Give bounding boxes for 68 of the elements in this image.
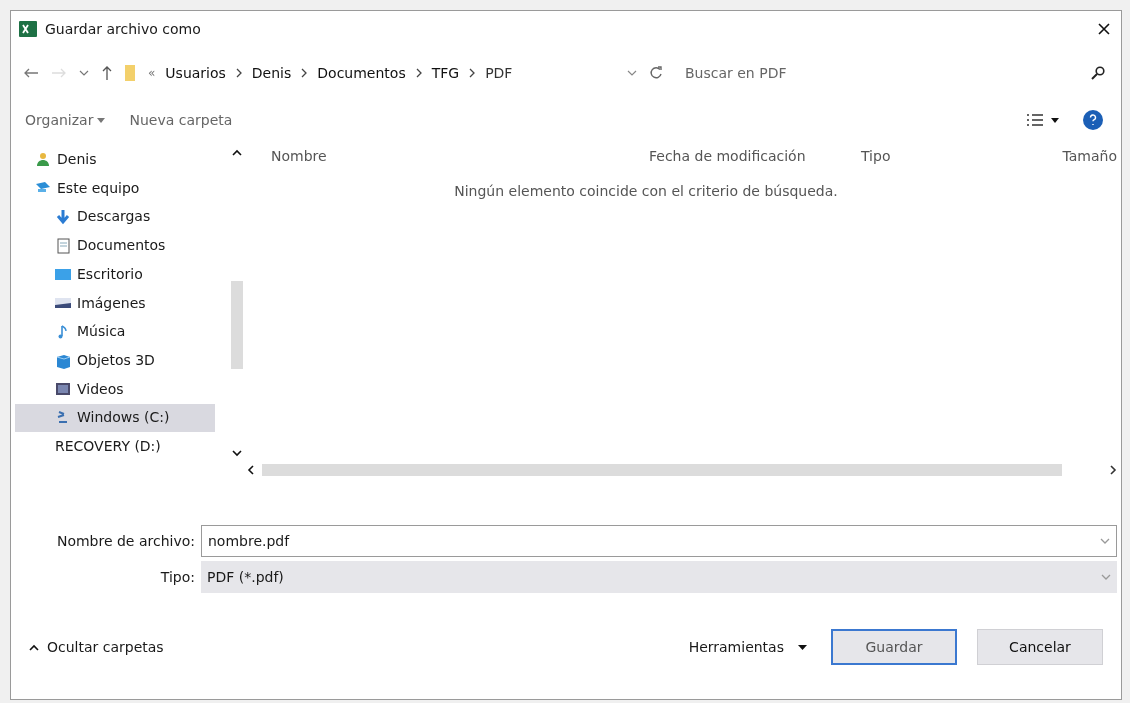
file-type-dropdown[interactable]: PDF (*.pdf) [201, 561, 1117, 593]
up-arrow-icon[interactable] [101, 65, 113, 81]
sidebar-item[interactable]: Videos [15, 374, 215, 404]
search-field[interactable]: Buscar en PDF [675, 58, 1107, 88]
sidebar-item[interactable]: Descargas [15, 202, 215, 232]
hide-folders-button[interactable]: Ocultar carpetas [29, 636, 689, 658]
list-view-icon [1027, 114, 1043, 126]
breadcrumb-item[interactable]: PDF [485, 62, 513, 84]
caret-icon [97, 117, 106, 123]
chevron-right-icon [235, 68, 242, 78]
sidebar-item[interactable]: Este equipo [15, 173, 215, 203]
sidebar-item[interactable]: Documentos [15, 231, 215, 260]
folder-icon [125, 65, 135, 81]
column-header[interactable]: Nombre [271, 145, 649, 167]
new-folder-button[interactable]: Nueva carpeta [129, 109, 1003, 131]
column-header[interactable]: Fecha de modificación [649, 145, 859, 167]
chevron-right-icon [415, 68, 422, 78]
close-icon[interactable] [1097, 22, 1111, 36]
sidebar-item[interactable]: Denis [15, 145, 215, 174]
sidebar-item[interactable]: Imágenes [15, 288, 215, 318]
cube-icon [55, 352, 71, 369]
download-icon [55, 208, 71, 225]
empty-state-message: Ningún elemento coincide con el criterio de búsqueda. [454, 182, 838, 201]
caret-icon [1051, 117, 1059, 123]
help-icon[interactable] [1083, 110, 1103, 130]
sidebar-item[interactable]: Escritorio [15, 259, 215, 289]
chevron-right-icon [301, 68, 308, 78]
tools-menu-button[interactable]: Herramientas [688, 636, 807, 658]
field-label: Tipo: [159, 567, 195, 587]
chevron-down-icon [1100, 537, 1110, 545]
sidebar-item[interactable]: RECOVERY (D:) [15, 432, 215, 461]
sidebar-item[interactable]: Música [15, 317, 215, 347]
caret-icon [798, 644, 807, 650]
breadcrumb-item[interactable]: Usuarios [165, 62, 226, 84]
spreadsheet-app-icon [19, 21, 37, 37]
scroll-down-icon[interactable] [232, 450, 242, 457]
film-icon [55, 381, 71, 398]
scrollbar-thumb[interactable] [231, 281, 243, 369]
organize-menu-button[interactable]: Organizar [25, 109, 106, 131]
user-icon [35, 151, 51, 168]
scroll-right-icon[interactable] [1110, 465, 1117, 475]
breadcrumb-item[interactable]: Denis [251, 62, 292, 84]
chevron-down-icon[interactable] [79, 69, 89, 77]
chevron-up-icon [29, 643, 39, 651]
refresh-icon[interactable] [649, 66, 663, 80]
sidebar-item[interactable]: Windows (C:) [15, 403, 215, 433]
scroll-left-icon[interactable] [247, 465, 254, 475]
overflow-chevron[interactable]: « [148, 64, 156, 82]
chevron-down-icon[interactable] [627, 69, 637, 77]
breadcrumb-item[interactable]: TFG [431, 62, 460, 84]
search-icon [1091, 66, 1105, 80]
filename-field[interactable]: nombre.pdf [201, 525, 1117, 557]
column-header[interactable]: Tipo [859, 145, 1009, 167]
desktop-icon [55, 266, 71, 283]
back-arrow-icon[interactable] [23, 67, 39, 79]
sidebar-item[interactable]: Objetos 3D [15, 346, 215, 375]
scroll-up-icon[interactable] [232, 149, 242, 156]
window-title: Guardar archivo como [45, 19, 202, 39]
breadcrumb-item[interactable]: Documentos [317, 62, 406, 84]
view-options-button[interactable] [1027, 114, 1059, 126]
column-header[interactable]: Tamaño [1009, 145, 1117, 167]
cancel-button[interactable]: Cancelar [977, 629, 1103, 665]
field-label: Nombre de archivo: [55, 531, 195, 551]
chevron-right-icon [469, 68, 476, 78]
scrollbar-thumb[interactable] [262, 464, 1062, 476]
chevron-down-icon [1101, 573, 1111, 581]
document-icon [55, 237, 71, 254]
save-button[interactable]: Guardar [831, 629, 957, 665]
